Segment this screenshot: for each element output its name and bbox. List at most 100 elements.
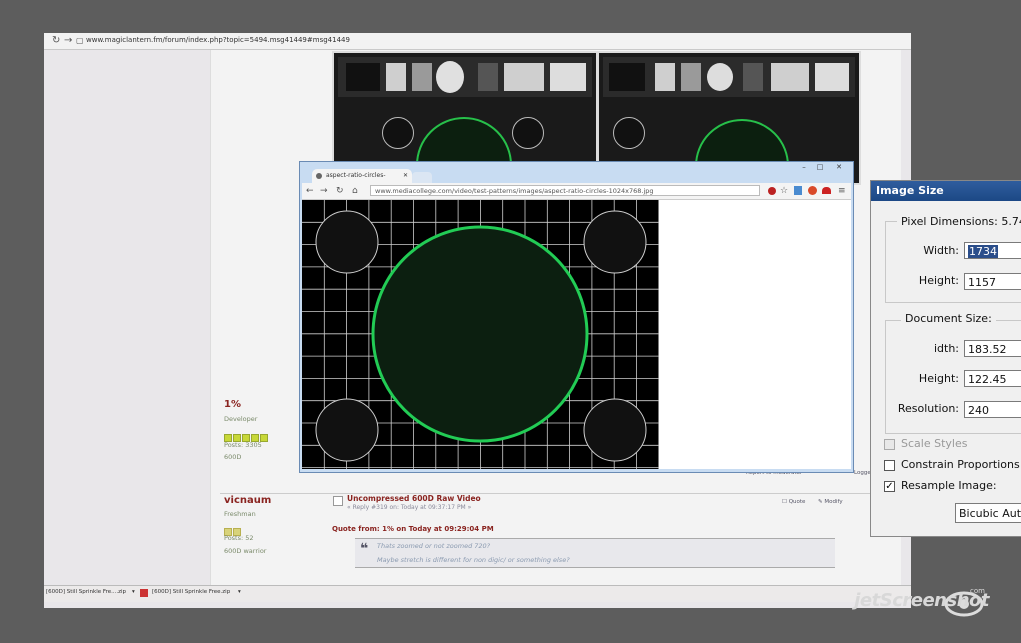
constrain-proportions-checkbox[interactable] <box>884 460 895 471</box>
author-post-count: Posts: 52 <box>224 534 254 542</box>
dropdown-icon[interactable]: ▾ <box>238 589 241 595</box>
document-size-label: Document Size: <box>901 312 996 325</box>
interpolation-select[interactable]: Bicubic Aut <box>955 503 1021 523</box>
author-rank: Freshman <box>224 510 256 518</box>
resample-image-checkbox[interactable]: ✓ <box>884 481 895 492</box>
browser-url[interactable]: www.magiclantern.fm/forum/index.php?topi… <box>86 35 886 46</box>
download-item[interactable]: [600D] Still Sprinkle Fre....zip <box>46 589 126 595</box>
browser-tab[interactable]: aspect-ratio-circles-1024x7... ✕ <box>312 169 412 193</box>
thumbnail <box>609 63 645 91</box>
post-reply-meta: « Reply #319 on: Today at 09:37:17 PM » <box>347 504 472 511</box>
post-icon <box>333 496 343 506</box>
quote-button[interactable]: ☐ Quote <box>782 499 805 505</box>
constrain-proportions-label: Constrain Proportions <box>901 458 1020 471</box>
author-post-count: Posts: 3305 <box>224 441 262 449</box>
corner-circle <box>613 117 645 149</box>
thumbnail-strip <box>338 57 592 97</box>
resample-image-label: Resample Image: <box>901 479 997 492</box>
dropdown-icon[interactable]: ▾ <box>132 589 135 595</box>
thumbnail <box>771 63 809 91</box>
thumbnail <box>655 63 675 91</box>
author-name[interactable]: 1% <box>224 399 241 410</box>
thumbnail <box>504 63 544 91</box>
scale-styles-label: Scale Styles <box>901 437 968 450</box>
document-height-label: Height: <box>918 372 959 385</box>
home-icon[interactable]: ⌂ <box>352 184 358 198</box>
corner-circle-bottom-right <box>583 398 647 462</box>
thumbnail <box>815 63 849 91</box>
reload-icon[interactable]: ↻ <box>52 34 60 48</box>
author-camera: 600D warrior <box>224 547 267 555</box>
author-name[interactable]: vicnaum <box>224 495 271 506</box>
close-window-button[interactable]: ✕ <box>828 162 850 172</box>
extension-icon[interactable] <box>794 186 802 195</box>
document-height-input[interactable]: 122.45 <box>964 370 1021 387</box>
document-width-input[interactable]: 183.52 <box>964 340 1021 357</box>
quote-mark-icon: ❝ <box>360 541 369 557</box>
thumbnail <box>386 63 406 91</box>
photographed-monitor: ↻ → ▢ www.magiclantern.fm/forum/index.ph… <box>44 33 911 608</box>
browser-address-bar[interactable]: ↻ → ▢ www.magiclantern.fm/forum/index.ph… <box>44 33 911 50</box>
thumbnail <box>681 63 701 91</box>
dialog-title: Image Size <box>871 181 1021 201</box>
pixel-dimensions-label: Pixel Dimensions: 5.74 <box>897 215 1021 228</box>
thumbnail <box>743 63 763 91</box>
thumbnail <box>550 63 586 91</box>
watermark-text: jetScreenshot <box>854 590 989 611</box>
author-rank: Developer <box>224 415 258 423</box>
pixel-dimensions-group <box>885 221 1021 303</box>
chrome-page-content <box>302 200 851 469</box>
forward-icon[interactable]: → <box>64 34 72 48</box>
extension-icon[interactable] <box>822 187 831 194</box>
back-icon[interactable]: ← <box>306 184 314 198</box>
quote-header[interactable]: Quote from: 1% on Today at 09:29:04 PM <box>332 525 494 533</box>
aspect-ratio-test-pattern <box>302 200 659 469</box>
pixel-width-label: Width: <box>923 244 959 257</box>
block-icon[interactable] <box>768 187 776 195</box>
corner-circle <box>382 117 414 149</box>
corner-circle <box>512 117 544 149</box>
close-tab-icon[interactable]: ✕ <box>403 169 408 183</box>
quote-line: Thats zoomed or not zoomed 720? <box>377 542 491 550</box>
thumbnail-strip <box>603 57 855 97</box>
forward-icon[interactable]: → <box>320 184 328 198</box>
favicon-icon <box>316 173 322 179</box>
chrome-window: aspect-ratio-circles-1024x7... ✕ – □ ✕ ←… <box>299 161 854 473</box>
image-size-dialog: Image Size Pixel Dimensions: 5.74 Width:… <box>870 180 1021 537</box>
extension-icon[interactable] <box>808 186 817 195</box>
thumbnail <box>346 63 380 91</box>
corner-circle-bottom-left <box>315 398 379 462</box>
resolution-label: Resolution: <box>897 402 959 415</box>
center-green-circle <box>371 225 589 443</box>
scale-styles-checkbox[interactable] <box>884 439 895 450</box>
pixel-height-label: Height: <box>918 274 959 287</box>
document-width-label: idth: <box>933 342 959 355</box>
quote-block: Thats zoomed or not zoomed 720? Maybe st… <box>355 538 835 568</box>
corner-circle-top-right <box>583 210 647 274</box>
download-item[interactable]: [600D] Still Sprinkle Free.zip <box>152 589 230 595</box>
chrome-url-bar[interactable]: www.mediacollege.com/video/test-patterns… <box>370 185 760 196</box>
chrome-toolbar: ← → ↻ ⌂ www.mediacollege.com/video/test-… <box>302 183 851 200</box>
pixel-width-input[interactable]: 1734 <box>964 242 1021 259</box>
bookmark-star-icon[interactable]: ☆ <box>780 184 788 198</box>
new-tab-button[interactable] <box>412 172 432 183</box>
downloads-bar: [600D] Still Sprinkle Fre....zip ▾ [600D… <box>44 585 911 602</box>
thumbnail <box>707 63 733 91</box>
reload-icon[interactable]: ↻ <box>336 184 344 198</box>
corner-circle-top-left <box>315 210 379 274</box>
quote-line: Maybe stretch is different for non digic… <box>377 556 570 564</box>
thumbnail <box>436 61 464 93</box>
menu-icon[interactable]: ≡ <box>838 184 846 198</box>
modify-button[interactable]: ✎ Modify <box>818 499 843 505</box>
pixel-dimensions-size: 5.74 <box>1001 215 1021 228</box>
thumbnail <box>412 63 432 91</box>
post-title[interactable]: Uncompressed 600D Raw Video <box>347 494 481 503</box>
thumbnail <box>478 63 498 91</box>
page-icon: ▢ <box>76 36 84 45</box>
archive-icon <box>140 589 148 597</box>
maximize-button[interactable]: □ <box>812 162 828 172</box>
resolution-input[interactable]: 240 <box>964 401 1021 418</box>
minimize-button[interactable]: – <box>796 162 812 172</box>
author-camera: 600D <box>224 453 242 461</box>
pixel-height-input[interactable]: 1157 <box>964 273 1021 290</box>
